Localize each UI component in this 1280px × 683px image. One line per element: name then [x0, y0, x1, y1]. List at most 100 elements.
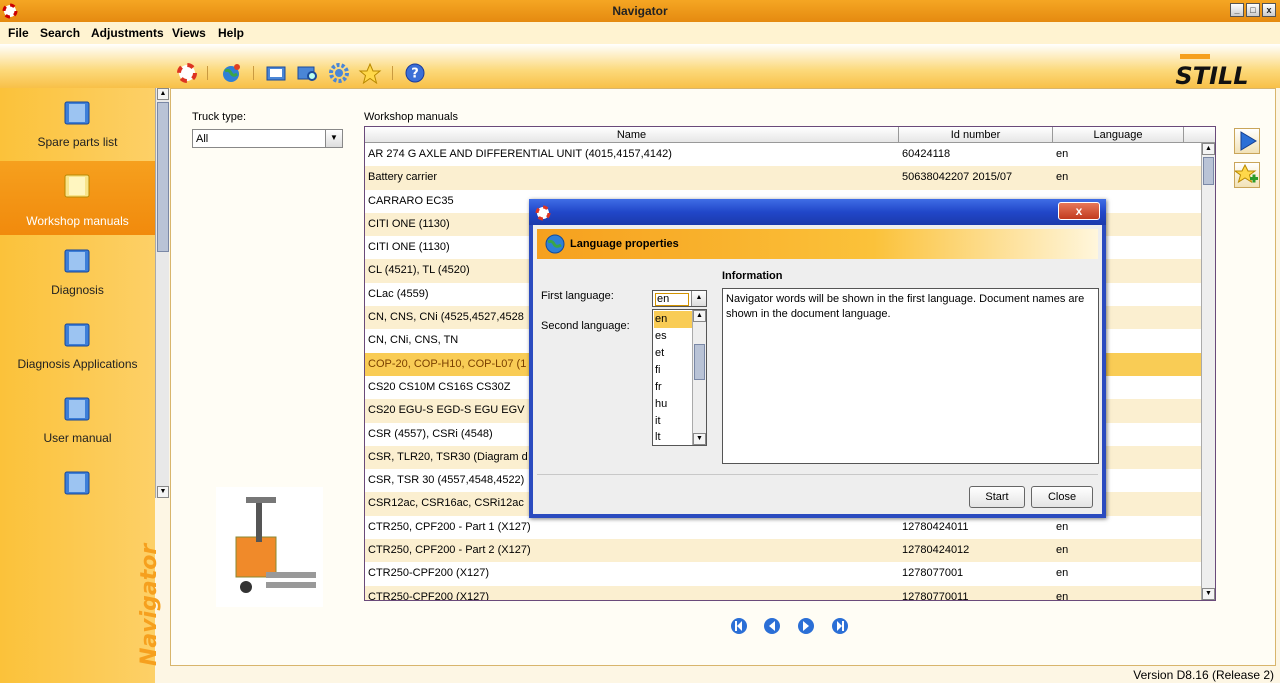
sidebar-scrollbar[interactable]: ▲ ▼ — [155, 88, 169, 498]
language-option[interactable]: fi — [654, 362, 692, 379]
cell-name: Battery carrier — [368, 171, 438, 184]
table-row[interactable]: CTR250-CPF200 (X127) 12780770011 en — [365, 585, 1201, 600]
language-option[interactable]: it — [654, 413, 692, 430]
sidebar-item-user-manual[interactable]: User manual — [0, 384, 155, 458]
lifebuoy-icon — [535, 205, 551, 221]
first-language-select[interactable]: en ▲ — [652, 290, 707, 307]
svg-text:STILL: STILL — [1175, 62, 1248, 88]
menu-adjustments[interactable]: Adjustments — [91, 26, 164, 40]
window-title: Navigator — [612, 4, 668, 18]
cell-lang: en — [1056, 520, 1069, 533]
scroll-thumb[interactable] — [157, 102, 169, 252]
sidebar-item-label: Spare parts list — [37, 135, 118, 149]
menu-help[interactable]: Help — [218, 26, 244, 40]
maximize-button[interactable]: □ — [1246, 3, 1260, 17]
sidebar-item-diagnosis[interactable]: Diagnosis — [0, 236, 155, 310]
column-header-language[interactable]: Language — [1053, 127, 1184, 143]
dialog-separator — [537, 474, 1098, 475]
table-row[interactable]: CTR250, CPF200 - Part 2 (X127) 1278042401… — [365, 539, 1201, 563]
scroll-down-icon[interactable]: ▼ — [693, 433, 706, 445]
dialog-titlebar: x — [529, 199, 1106, 225]
menu-views[interactable]: Views — [172, 26, 206, 40]
language-option[interactable]: en — [654, 311, 692, 328]
add-favorite-button[interactable] — [1233, 162, 1260, 188]
star-add-icon — [1233, 163, 1258, 184]
scroll-up-icon[interactable]: ▲ — [1202, 143, 1215, 155]
sidebar-item-workshop-manuals[interactable]: Workshop manuals — [0, 161, 155, 235]
cell-id: 50638042207 2015/07 — [902, 171, 1013, 184]
language-properties-dialog: x Language properties First language: Se… — [529, 199, 1106, 518]
folder-icon — [64, 101, 90, 125]
sidebar-item-label: Workshop manuals — [26, 214, 129, 228]
manuals-title: Workshop manuals — [364, 111, 458, 123]
column-header-id[interactable]: Id number — [899, 127, 1053, 143]
globe-icon[interactable] — [219, 62, 243, 84]
language-option[interactable]: es — [654, 328, 692, 345]
close-window-button[interactable]: x — [1262, 3, 1276, 17]
prev-page-icon[interactable] — [763, 617, 781, 635]
sidebar-item-diagnosis-applications[interactable]: Diagnosis Applications — [0, 310, 155, 384]
help-icon[interactable]: ? — [403, 62, 427, 84]
cell-name: CTR250-CPF200 (X127) — [368, 567, 490, 580]
chevron-down-icon[interactable]: ▼ — [325, 130, 342, 147]
menu-bar: File Search Adjustments Views Help — [0, 22, 1280, 44]
menu-search[interactable]: Search — [40, 26, 80, 40]
first-page-icon[interactable] — [730, 617, 748, 635]
search-book-icon[interactable] — [296, 62, 320, 84]
version-label: Version D8.16 (Release 2) — [1133, 668, 1274, 682]
information-heading: Information — [722, 270, 783, 282]
star-icon[interactable] — [358, 62, 382, 84]
book-icon[interactable] — [264, 62, 288, 84]
scroll-thumb[interactable] — [694, 344, 705, 380]
close-button[interactable]: Close — [1031, 486, 1093, 508]
table-row[interactable]: Battery carrier 50638042207 2015/07 en — [365, 166, 1201, 190]
sidebar-item-label: User manual — [43, 431, 112, 445]
chevron-up-icon[interactable]: ▲ — [691, 291, 706, 306]
truck-type-value: All — [196, 133, 209, 145]
language-dropdown-list[interactable]: en es et fi fr hu it lt ▲ ▼ — [652, 309, 707, 446]
folder-icon — [64, 249, 90, 273]
cell-lang: en — [1056, 148, 1069, 160]
language-option[interactable]: fr — [654, 379, 692, 396]
scroll-down-icon[interactable]: ▼ — [157, 486, 169, 498]
language-option[interactable]: lt — [654, 429, 692, 446]
table-row[interactable]: CTR250, CPF200 - Part 1 (X127) 1278042401… — [365, 516, 1201, 539]
gear-icon[interactable] — [327, 62, 351, 84]
dialog-close-button[interactable]: x — [1058, 202, 1100, 220]
toolbar-separator — [392, 66, 393, 80]
cell-lang: en — [1056, 171, 1069, 184]
toolbar-separator — [207, 66, 208, 80]
scroll-down-icon[interactable]: ▼ — [1202, 588, 1215, 600]
dialog-title: Language properties — [570, 238, 679, 250]
cell-lang: en — [1056, 567, 1069, 580]
start-button[interactable]: Start — [969, 486, 1025, 508]
truck-type-label: Truck type: — [192, 111, 246, 123]
information-text: Navigator words will be shown in the fir… — [722, 288, 1099, 464]
menu-file[interactable]: File — [8, 26, 29, 40]
first-language-label: First language: — [541, 290, 614, 302]
truck-type-select[interactable]: All ▼ — [192, 129, 343, 148]
still-logo: STILL — [1175, 54, 1249, 88]
scroll-up-icon[interactable]: ▲ — [693, 310, 706, 322]
next-page-icon[interactable] — [797, 617, 815, 635]
table-header: Name Id number Language — [365, 127, 1215, 143]
svg-text:Navigator: Navigator — [137, 543, 162, 666]
sidebar-item-spare-parts[interactable]: Spare parts list — [0, 88, 155, 162]
list-scrollbar[interactable]: ▲ ▼ — [692, 310, 706, 445]
language-option[interactable]: hu — [654, 396, 692, 413]
cell-name: AR 274 G AXLE AND DIFFERENTIAL UNIT (401… — [368, 148, 672, 160]
column-header-name[interactable]: Name — [365, 127, 899, 143]
language-option[interactable]: et — [654, 345, 692, 362]
open-button[interactable] — [1234, 128, 1260, 154]
scroll-thumb[interactable] — [1203, 157, 1214, 185]
last-page-icon[interactable] — [831, 617, 849, 635]
folder-icon — [64, 397, 90, 421]
lifebuoy-icon[interactable] — [175, 62, 199, 84]
table-row[interactable]: CTR250-CPF200 (X127) 1278077001 en — [365, 562, 1201, 585]
scroll-up-icon[interactable]: ▲ — [157, 88, 169, 100]
minimize-button[interactable]: _ — [1230, 3, 1244, 17]
table-row[interactable]: AR 274 G AXLE AND DIFFERENTIAL UNIT (401… — [365, 143, 1201, 166]
table-scrollbar[interactable]: ▲ ▼ — [1201, 143, 1215, 600]
svg-text:?: ? — [411, 67, 419, 82]
second-language-label: Second language: — [541, 320, 630, 332]
